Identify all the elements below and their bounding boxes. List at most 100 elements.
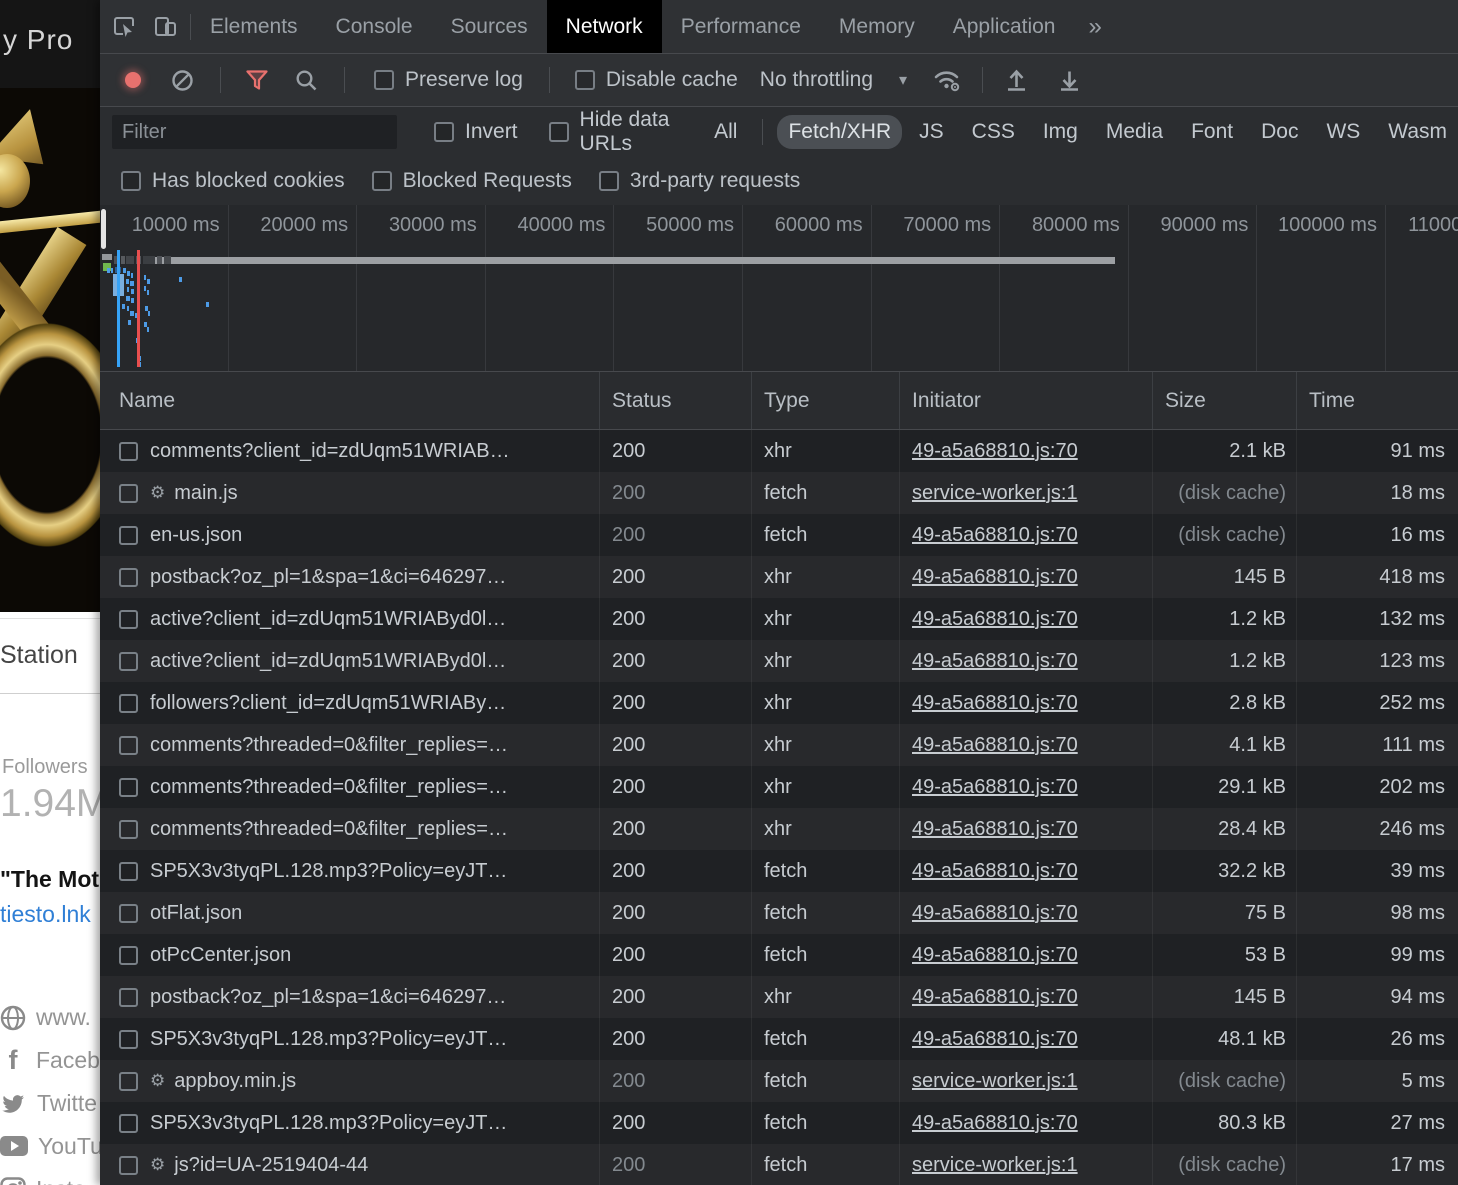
social-link-facebook[interactable]: f Faceb: [0, 1039, 100, 1082]
hide-data-urls-checkbox[interactable]: [549, 122, 569, 142]
filter-pill-all[interactable]: All: [703, 115, 748, 149]
checkbox-icon[interactable]: [599, 171, 619, 191]
invert-label[interactable]: Invert: [465, 120, 518, 144]
filter-pill-doc[interactable]: Doc: [1250, 115, 1309, 149]
table-row[interactable]: ⚙main.js200fetchservice-worker.js:1(disk…: [100, 472, 1458, 514]
tab-memory[interactable]: Memory: [820, 0, 934, 53]
row-checkbox[interactable]: [119, 820, 138, 839]
request-name[interactable]: followers?client_id=zdUqm51WRIABy…: [150, 692, 506, 715]
preserve-log-label[interactable]: Preserve log: [405, 68, 523, 92]
row-checkbox[interactable]: [119, 442, 138, 461]
row-checkbox[interactable]: [119, 694, 138, 713]
request-name[interactable]: postback?oz_pl=1&spa=1&ci=646297…: [150, 566, 506, 589]
table-row[interactable]: en-us.json200fetch49-a5a68810.js:70(disk…: [100, 514, 1458, 556]
column-header-time[interactable]: Time: [1297, 372, 1458, 429]
export-har-icon[interactable]: [1058, 68, 1081, 92]
table-row[interactable]: otPcCenter.json200fetch49-a5a68810.js:70…: [100, 934, 1458, 976]
row-checkbox[interactable]: [119, 1114, 138, 1133]
initiator-link[interactable]: 49-a5a68810.js:70: [912, 902, 1078, 925]
row-checkbox[interactable]: [119, 652, 138, 671]
check-3rd-party-requests[interactable]: 3rd-party requests: [599, 169, 800, 193]
network-overview[interactable]: 10000 ms20000 ms30000 ms40000 ms50000 ms…: [100, 205, 1458, 372]
initiator-link[interactable]: 49-a5a68810.js:70: [912, 692, 1078, 715]
request-name[interactable]: js?id=UA-2519404-44: [174, 1154, 368, 1177]
check-blocked-requests[interactable]: Blocked Requests: [372, 169, 572, 193]
inspect-element-icon[interactable]: [112, 14, 137, 39]
initiator-link[interactable]: 49-a5a68810.js:70: [912, 650, 1078, 673]
table-row[interactable]: SP5X3v3tyqPL.128.mp3?Policy=eyJT…200fetc…: [100, 1018, 1458, 1060]
tab-network[interactable]: Network: [547, 0, 662, 53]
table-row[interactable]: comments?threaded=0&filter_replies=…200x…: [100, 808, 1458, 850]
preserve-log-checkbox[interactable]: [374, 70, 394, 90]
network-conditions-icon[interactable]: [932, 67, 962, 93]
row-checkbox[interactable]: [119, 778, 138, 797]
initiator-link[interactable]: 49-a5a68810.js:70: [912, 524, 1078, 547]
more-tabs-button[interactable]: »: [1074, 0, 1115, 53]
followers-count[interactable]: 1.94M: [0, 782, 100, 826]
clear-icon[interactable]: [171, 69, 194, 92]
row-checkbox[interactable]: [119, 988, 138, 1007]
request-name[interactable]: comments?threaded=0&filter_replies=…: [150, 818, 508, 841]
initiator-link[interactable]: 49-a5a68810.js:70: [912, 734, 1078, 757]
initiator-link[interactable]: 49-a5a68810.js:70: [912, 1112, 1078, 1135]
tab-application[interactable]: Application: [934, 0, 1075, 53]
initiator-link[interactable]: 49-a5a68810.js:70: [912, 944, 1078, 967]
filter-pill-media[interactable]: Media: [1095, 115, 1174, 149]
row-checkbox[interactable]: [119, 904, 138, 923]
request-name[interactable]: main.js: [174, 482, 237, 505]
throttling-select[interactable]: No throttling: [760, 68, 873, 92]
table-row[interactable]: active?client_id=zdUqm51WRIAByd0l…200xhr…: [100, 598, 1458, 640]
filter-pill-js[interactable]: JS: [908, 115, 955, 149]
try-pro-label[interactable]: y Pro: [3, 24, 73, 56]
initiator-link[interactable]: service-worker.js:1: [912, 482, 1078, 505]
table-row[interactable]: active?client_id=zdUqm51WRIAByd0l…200xhr…: [100, 640, 1458, 682]
row-checkbox[interactable]: [119, 484, 138, 503]
table-row[interactable]: ⚙appboy.min.js200fetchservice-worker.js:…: [100, 1060, 1458, 1102]
request-name[interactable]: postback?oz_pl=1&spa=1&ci=646297…: [150, 986, 506, 1009]
filter-pill-ws[interactable]: WS: [1315, 115, 1371, 149]
row-checkbox[interactable]: [119, 862, 138, 881]
search-icon[interactable]: [295, 69, 318, 92]
invert-checkbox[interactable]: [434, 122, 454, 142]
social-link-instagram[interactable]: Insta: [0, 1168, 100, 1185]
row-checkbox[interactable]: [119, 1072, 138, 1091]
request-name[interactable]: SP5X3v3tyqPL.128.mp3?Policy=eyJT…: [150, 1112, 507, 1135]
table-row[interactable]: postback?oz_pl=1&spa=1&ci=646297…200xhr4…: [100, 556, 1458, 598]
request-name[interactable]: comments?client_id=zdUqm51WRIAB…: [150, 440, 510, 463]
request-name[interactable]: otFlat.json: [150, 902, 242, 925]
initiator-link[interactable]: service-worker.js:1: [912, 1070, 1078, 1093]
initiator-link[interactable]: service-worker.js:1: [912, 1154, 1078, 1177]
row-checkbox[interactable]: [119, 1030, 138, 1049]
disable-cache-label[interactable]: Disable cache: [606, 68, 738, 92]
social-link-youtube[interactable]: YouTu: [0, 1125, 100, 1168]
table-row[interactable]: comments?threaded=0&filter_replies=…200x…: [100, 766, 1458, 808]
request-name[interactable]: SP5X3v3tyqPL.128.mp3?Policy=eyJT…: [150, 860, 507, 883]
row-checkbox[interactable]: [119, 946, 138, 965]
request-name[interactable]: active?client_id=zdUqm51WRIAByd0l…: [150, 650, 506, 673]
station-button[interactable]: Station: [0, 618, 100, 694]
filter-pill-wasm[interactable]: Wasm: [1377, 115, 1458, 149]
column-header-size[interactable]: Size: [1153, 372, 1297, 429]
filter-pill-img[interactable]: Img: [1032, 115, 1089, 149]
column-header-type[interactable]: Type: [752, 372, 900, 429]
overview-handle[interactable]: [101, 209, 106, 249]
chevron-down-icon[interactable]: ▾: [899, 70, 907, 90]
column-header-name[interactable]: Name: [100, 372, 600, 429]
table-row[interactable]: comments?client_id=zdUqm51WRIAB…200xhr49…: [100, 430, 1458, 472]
request-name[interactable]: comments?threaded=0&filter_replies=…: [150, 734, 508, 757]
request-name[interactable]: otPcCenter.json: [150, 944, 291, 967]
row-checkbox[interactable]: [119, 610, 138, 629]
track-link[interactable]: tiesto.lnk: [0, 901, 91, 928]
initiator-link[interactable]: 49-a5a68810.js:70: [912, 440, 1078, 463]
initiator-link[interactable]: 49-a5a68810.js:70: [912, 566, 1078, 589]
initiator-link[interactable]: 49-a5a68810.js:70: [912, 986, 1078, 1009]
initiator-link[interactable]: 49-a5a68810.js:70: [912, 1028, 1078, 1051]
checkbox-icon[interactable]: [121, 171, 141, 191]
import-har-icon[interactable]: [1005, 68, 1028, 92]
column-header-initiator[interactable]: Initiator: [900, 372, 1153, 429]
initiator-link[interactable]: 49-a5a68810.js:70: [912, 818, 1078, 841]
table-row[interactable]: SP5X3v3tyqPL.128.mp3?Policy=eyJT…200fetc…: [100, 850, 1458, 892]
initiator-link[interactable]: 49-a5a68810.js:70: [912, 860, 1078, 883]
filter-pill-font[interactable]: Font: [1180, 115, 1244, 149]
tab-sources[interactable]: Sources: [432, 0, 547, 53]
